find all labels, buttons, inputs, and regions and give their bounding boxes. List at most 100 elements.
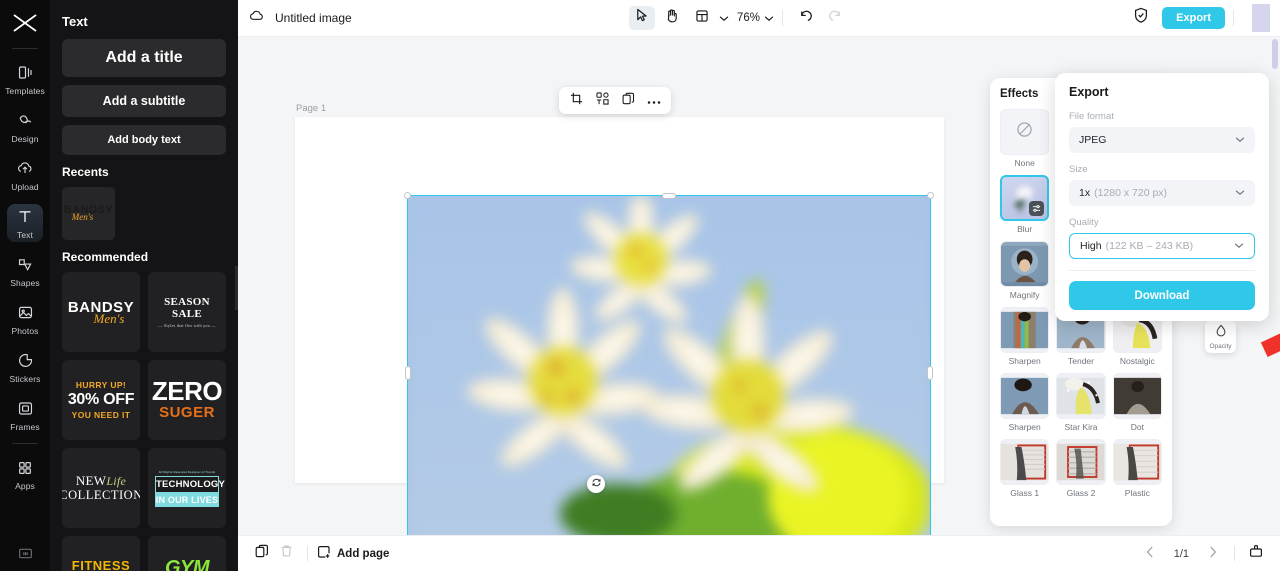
sidebar-item-design[interactable]: Design — [7, 108, 43, 146]
undo-button[interactable] — [793, 6, 819, 30]
sidebar-item-label: Frames — [10, 421, 40, 432]
rotate-handle[interactable] — [587, 475, 605, 493]
selected-image-object[interactable] — [404, 192, 934, 535]
resize-handle-tr[interactable] — [927, 192, 934, 199]
sidebar-item-label: Design — [11, 133, 39, 144]
resize-handle-top[interactable] — [662, 193, 676, 199]
hand-tool-button[interactable] — [659, 6, 685, 30]
list-item[interactable]: BANDSY Men's — [62, 187, 115, 240]
template-card-fitness-gym[interactable]: FITNESS GYM — [62, 536, 140, 571]
template-art: All Rights Reserved Designer of Trends T… — [155, 470, 225, 507]
add-title-button[interactable]: Add a title — [62, 39, 226, 77]
text-icon — [17, 207, 33, 227]
chevron-down-icon — [1235, 187, 1245, 199]
resize-handle-tl[interactable] — [404, 192, 411, 199]
effect-thumb — [1112, 373, 1162, 419]
effect-dot[interactable]: Dot — [1112, 373, 1162, 432]
toolbar-divider-2 — [1233, 10, 1234, 26]
template-card-season-sale[interactable]: SEASON SALE — Styles that flex with you … — [148, 272, 226, 352]
export-button[interactable]: Export — [1162, 7, 1225, 29]
canvas-page[interactable] — [295, 117, 944, 535]
effect-thumb — [1000, 307, 1050, 353]
template-card-gym-fitness[interactable]: GYM FITNESS — [148, 536, 226, 571]
sidebar-item-label: Shapes — [10, 277, 40, 288]
template-card-zero-suger[interactable]: ZERO SUGER — [148, 360, 226, 440]
chevron-down-icon[interactable] — [719, 9, 729, 27]
quality-select[interactable]: High (122 KB – 243 KB) — [1069, 233, 1255, 259]
effect-plastic[interactable]: Plastic — [1112, 439, 1162, 498]
resize-handle-left[interactable] — [405, 366, 411, 380]
main-area: Untitled image 76% Export Page 1 Effects… — [238, 0, 1280, 571]
remove-bg-button[interactable] — [591, 90, 613, 112]
shield-check-button[interactable] — [1128, 6, 1154, 30]
opacity-droplet-icon — [1215, 324, 1227, 342]
delete-page-button[interactable] — [274, 542, 298, 566]
sidebar-item-apps[interactable]: Apps — [7, 455, 43, 493]
duplicate-button[interactable] — [617, 90, 639, 112]
effect-magnify[interactable]: Magnify — [1000, 241, 1050, 300]
effect-sharpen-rainbow[interactable]: Sharpen — [1000, 307, 1050, 366]
effect-thumb — [1056, 439, 1106, 485]
template-line1: HURRY UP! — [75, 380, 127, 390]
sidebar-item-stickers[interactable]: Stickers — [7, 348, 43, 386]
template-card-new-life[interactable]: NEWLife COLLECTION — [62, 448, 140, 528]
effect-star-kira[interactable]: Star Kira — [1056, 373, 1106, 432]
zoom-level[interactable]: 76% — [737, 12, 760, 24]
shield-check-icon — [1133, 7, 1149, 29]
recents-heading: Recents — [62, 165, 109, 179]
effect-settings-icon[interactable] — [1029, 201, 1045, 216]
prev-page-button[interactable] — [1138, 542, 1162, 566]
next-page-button[interactable] — [1201, 542, 1225, 566]
more-button[interactable] — [643, 90, 665, 112]
sidebar-item-templates[interactable]: Templates — [5, 60, 45, 98]
template-line2: 30% OFF — [67, 391, 135, 408]
cursor-icon — [635, 8, 648, 28]
canvas-area[interactable]: Page 1 Effects None Blur Magnify Sharpen… — [238, 37, 1280, 535]
template-art: ZERO SUGER — [152, 378, 223, 421]
capcut-logo-icon[interactable] — [8, 8, 42, 38]
template-line1: NEWLife — [62, 473, 140, 489]
effect-glass-1[interactable]: Glass 1 — [1000, 439, 1050, 498]
templates-icon — [17, 63, 34, 83]
effect-none[interactable]: None — [1000, 109, 1050, 168]
file-format-select[interactable]: JPEG — [1069, 127, 1255, 153]
template-card-30-off[interactable]: HURRY UP! 30% OFF YOU NEED IT — [62, 360, 140, 440]
brand-kit-icon[interactable] — [0, 546, 50, 561]
sidebar-item-frames[interactable]: Frames — [7, 396, 43, 434]
panel-collapse-handle[interactable] — [235, 266, 238, 310]
effect-blur[interactable]: Blur — [1000, 175, 1050, 234]
redo-button[interactable] — [823, 6, 849, 30]
opacity-button[interactable]: Opacity — [1205, 320, 1236, 353]
effect-glass-2[interactable]: Glass 2 — [1056, 439, 1106, 498]
duplicate-page-button[interactable] — [250, 542, 274, 566]
zoom-chevron-icon[interactable] — [764, 9, 774, 27]
present-button[interactable] — [1244, 542, 1268, 566]
crop-button[interactable] — [565, 90, 587, 112]
sidebar-item-photos[interactable]: Photos — [7, 300, 43, 338]
sidebar-item-upload[interactable]: Upload — [7, 156, 43, 194]
no-effect-icon — [1016, 121, 1033, 143]
sidebar-item-label: Templates — [5, 85, 45, 96]
layout-tool-button[interactable] — [689, 6, 715, 30]
size-detail: (1280 x 720 px) — [1094, 187, 1168, 199]
sidebar-item-label: Apps — [15, 480, 35, 491]
template-card-technology[interactable]: All Rights Reserved Designer of Trends T… — [148, 448, 226, 528]
add-subtitle-button[interactable]: Add a subtitle — [62, 85, 226, 117]
document-title[interactable]: Untitled image — [275, 11, 352, 25]
download-button[interactable]: Download — [1069, 281, 1255, 310]
page-label: Page 1 — [296, 103, 327, 114]
add-body-text-button[interactable]: Add body text — [62, 125, 226, 155]
effect-label: Plastic — [1124, 488, 1150, 498]
sidebar-item-shapes[interactable]: Shapes — [7, 252, 43, 290]
effect-sharpen-2[interactable]: Sharpen — [1000, 373, 1050, 432]
sidebar-item-text[interactable]: Text — [7, 204, 43, 242]
crop-icon — [570, 92, 583, 110]
select-tool-button[interactable] — [628, 6, 655, 30]
resize-handle-right[interactable] — [927, 366, 933, 380]
layout-icon — [695, 9, 709, 28]
size-select[interactable]: 1x (1280 x 720 px) — [1069, 180, 1255, 206]
avatar[interactable] — [1252, 4, 1270, 32]
panel-scrollbar[interactable] — [1272, 39, 1278, 69]
template-card-bandsy[interactable]: BANDSY Men's — [62, 272, 140, 352]
add-page-button[interactable]: Add page — [317, 545, 389, 562]
